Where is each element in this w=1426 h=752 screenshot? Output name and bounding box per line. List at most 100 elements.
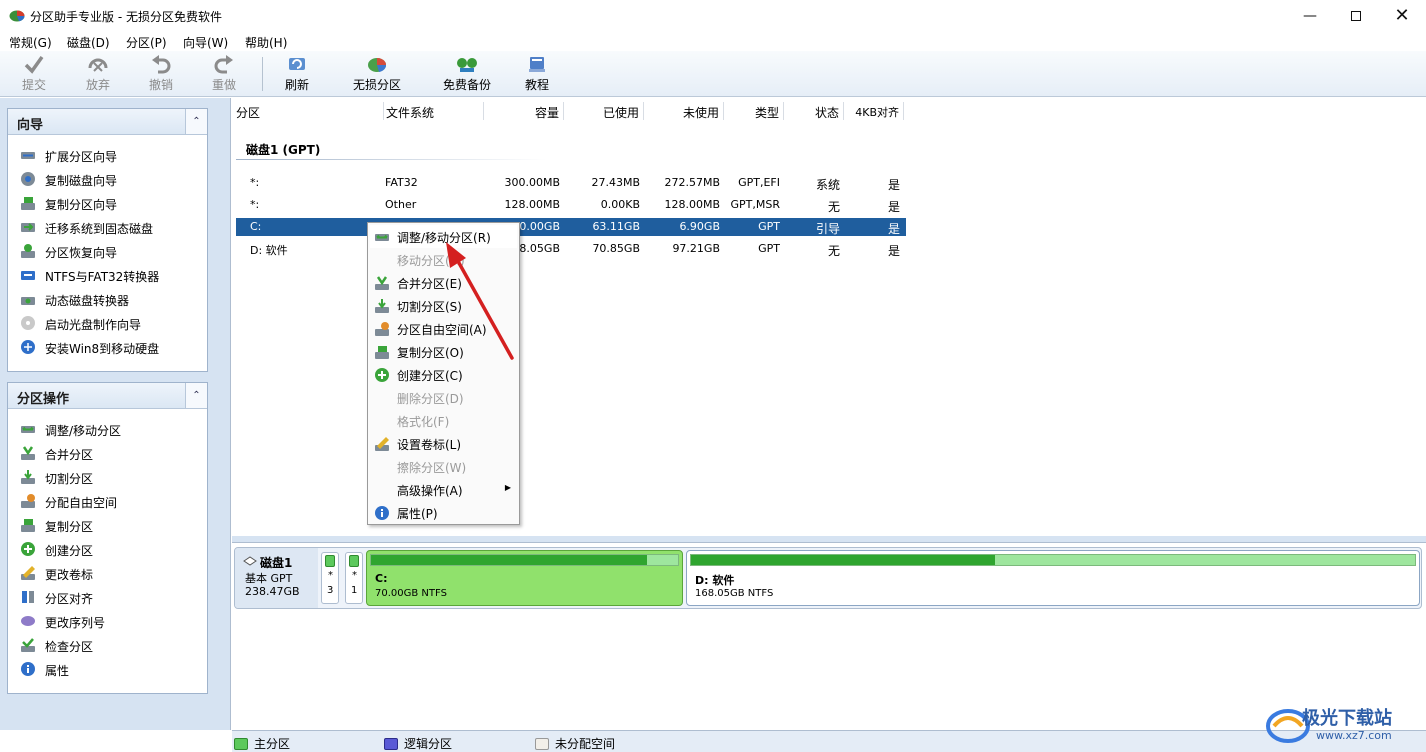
app-logo-icon bbox=[9, 10, 25, 22]
col-header-partition[interactable]: 分区 bbox=[236, 102, 384, 120]
menu-general[interactable]: 常规(G) bbox=[9, 34, 52, 51]
menu-wizard[interactable]: 向导(W) bbox=[183, 34, 228, 51]
col-header-status[interactable]: 状态 bbox=[784, 102, 844, 120]
sidebar-item-install-win8-to-usb[interactable]: 安装Win8到移动硬盘 bbox=[8, 336, 207, 360]
context-menu-label: 格式化(F) bbox=[397, 415, 450, 429]
partition-recovery-wizard-icon bbox=[21, 244, 35, 258]
table-row[interactable]: *: FAT32 300.00MB 27.43MB 272.57MB GPT,EFI 系统 是 bbox=[236, 174, 906, 192]
sidebar-item-partition-align[interactable]: 分区对齐 bbox=[8, 586, 207, 610]
sidebar-item-label: 分区对齐 bbox=[45, 592, 94, 606]
c-partition-info: 70.00GB NTFS bbox=[375, 588, 447, 599]
sidebar-item-extend-partition-wizard[interactable]: 扩展分区向导 bbox=[8, 144, 207, 168]
context-menu-label: 分区自由空间(A) bbox=[397, 323, 487, 337]
sidebar-item-bootable-cd-wizard[interactable]: 启动光盘制作向导 bbox=[8, 312, 207, 336]
cell-filesystem: Other bbox=[385, 198, 417, 211]
check-partition-icon bbox=[21, 638, 35, 652]
minimize-button[interactable]: — bbox=[1287, 0, 1333, 31]
cell-status: 系统 bbox=[815, 178, 840, 192]
sidebar-item-merge-partition[interactable]: 合并分区 bbox=[8, 442, 207, 466]
split-partition-icon bbox=[21, 470, 35, 484]
partition-ops-collapse-button[interactable]: ⌃ bbox=[185, 383, 207, 408]
cell-4k-align: 是 bbox=[887, 244, 900, 258]
sidebar-item-change-label[interactable]: 更改卷标 bbox=[8, 562, 207, 586]
lossless-partition-icon bbox=[368, 58, 387, 72]
ctx-advanced[interactable]: 高级操作(A) ▶ bbox=[370, 478, 517, 501]
sidebar-item-copy-disk-wizard[interactable]: 复制磁盘向导 bbox=[8, 168, 207, 192]
sidebar-item-resize-move-partition[interactable]: 调整/移动分区 bbox=[8, 418, 207, 442]
watermark-url: www.xz7.com bbox=[1316, 729, 1392, 742]
sidebar-item-properties[interactable]: 属性 bbox=[8, 658, 207, 682]
partition-ops-list: 调整/移动分区合并分区切割分区 分配自由空间 复制分区创建分区更改卷标分区对齐更改序… bbox=[8, 409, 207, 682]
col-header-4k-align[interactable]: 4KB对齐 bbox=[844, 102, 904, 120]
sidebar-item-migrate-os-to-ssd[interactable]: 迁移系统到固态磁盘 bbox=[8, 216, 207, 240]
backup-icon bbox=[457, 58, 477, 72]
menu-help[interactable]: 帮助(H) bbox=[245, 34, 287, 51]
ctx-split[interactable]: 切割分区(S) bbox=[370, 294, 517, 317]
close-button[interactable]: ✕ bbox=[1379, 0, 1425, 31]
context-menu-label: 创建分区(C) bbox=[397, 369, 463, 383]
table-row[interactable]: C: 70.00GB 63.11GB 6.90GB GPT 引导是 bbox=[236, 218, 906, 236]
ctx-delete: 删除分区(D) bbox=[370, 386, 517, 409]
table-row[interactable]: *: Other 128.00MB 0.00KB 128.00MB GPT,MSR 无 是 bbox=[236, 196, 906, 214]
ctx-copy[interactable]: 复制分区(O) bbox=[370, 340, 517, 363]
ctx-create[interactable]: 创建分区(C) bbox=[370, 363, 517, 386]
discard-button[interactable]: 放弃 bbox=[78, 54, 118, 94]
undo-button[interactable]: 撤销 bbox=[141, 54, 181, 94]
cell-type: GPT bbox=[758, 220, 780, 233]
wizard-list: 扩展分区向导 复制磁盘向导 复制分区向导迁移系统到固态磁盘分区恢复向导 NTFS与FA… bbox=[8, 135, 207, 360]
checkmark-icon bbox=[24, 55, 44, 74]
col-header-type[interactable]: 类型 bbox=[724, 102, 784, 120]
partition-ops-title: 分区操作 bbox=[17, 392, 70, 407]
sidebar-item-check-partition[interactable]: 检查分区 bbox=[8, 634, 207, 658]
wizard-collapse-button[interactable]: ⌃ bbox=[185, 109, 207, 134]
d-usage-track bbox=[690, 554, 1416, 566]
c-usage-track bbox=[370, 554, 679, 566]
tutorial-button[interactable]: 教程 bbox=[520, 54, 554, 94]
ctx-resize-move[interactable]: 调整/移动分区(R) bbox=[370, 225, 517, 248]
sidebar-item-allocate-free-space[interactable]: 分配自由空间 bbox=[8, 490, 207, 514]
submit-button[interactable]: 提交 bbox=[14, 54, 54, 94]
properties-icon bbox=[21, 662, 35, 676]
sidebar-item-copy-partition[interactable]: 复制分区 bbox=[8, 514, 207, 538]
legend-logical: 逻辑分区 bbox=[384, 735, 452, 752]
sidebar-item-label: 合并分区 bbox=[45, 448, 94, 462]
sidebar-item-label: 创建分区 bbox=[45, 544, 94, 558]
disk-info[interactable]: 磁盘1 基本 GPT 238.47GB bbox=[235, 548, 318, 608]
table-row[interactable]: D: 软件 168.05GB 70.85GB 97.21GB GPT 无是 bbox=[236, 240, 906, 258]
sidebar-item-copy-partition-wizard[interactable]: 复制分区向导 bbox=[8, 192, 207, 216]
undo-icon bbox=[152, 55, 171, 74]
cell-partition: D: 软件 bbox=[250, 244, 288, 257]
sidebar-item-partition-recovery-wizard[interactable]: 分区恢复向导 bbox=[8, 240, 207, 264]
maximize-button[interactable] bbox=[1333, 0, 1379, 31]
redo-button[interactable]: 重做 bbox=[204, 54, 244, 94]
ctx-properties[interactable]: 属性(P) bbox=[370, 501, 517, 524]
col-header-filesystem[interactable]: 文件系统 bbox=[384, 102, 484, 120]
ctx-allocate-space[interactable]: 分区自由空间(A) bbox=[370, 317, 517, 340]
extend-partition-wizard-icon bbox=[21, 152, 35, 159]
bootable-cd-wizard-icon bbox=[21, 316, 35, 330]
sidebar-item-dynamic-disk-converter[interactable]: 动态磁盘转换器 bbox=[8, 288, 207, 312]
col-header-used[interactable]: 已使用 bbox=[564, 102, 644, 120]
d-partition-block[interactable]: D: 软件 168.05GB NTFS bbox=[686, 550, 1420, 606]
sidebar-item-ntfs-fat32-converter[interactable]: NTFS与FAT32转换器 bbox=[8, 264, 207, 288]
sidebar-item-create-partition[interactable]: 创建分区 bbox=[8, 538, 207, 562]
refresh-button[interactable]: 刷新 bbox=[277, 54, 317, 94]
lossless-partition-button[interactable]: 无损分区 bbox=[349, 54, 405, 94]
cell-status: 无 bbox=[827, 244, 840, 258]
c-partition-block[interactable]: C: 70.00GB NTFS bbox=[366, 550, 683, 606]
menu-disk[interactable]: 磁盘(D) bbox=[67, 34, 110, 51]
ctx-merge[interactable]: 合并分区(E) bbox=[370, 271, 517, 294]
efi-partition-block[interactable]: * 3 bbox=[321, 552, 339, 604]
sidebar-item-label: 迁移系统到固态磁盘 bbox=[45, 222, 154, 236]
cell-4k-align: 是 bbox=[887, 222, 900, 236]
sidebar-item-change-serial-number[interactable]: 更改序列号 bbox=[8, 610, 207, 634]
disk-type: 基本 GPT bbox=[245, 572, 293, 585]
ctx-set-label[interactable]: 设置卷标(L) bbox=[370, 432, 517, 455]
col-header-free[interactable]: 未使用 bbox=[644, 102, 724, 120]
menu-partition[interactable]: 分区(P) bbox=[126, 34, 167, 51]
sidebar-item-split-partition[interactable]: 切割分区 bbox=[8, 466, 207, 490]
msr-partition-block[interactable]: * 1 bbox=[345, 552, 363, 604]
free-backup-button[interactable]: 免费备份 bbox=[439, 54, 495, 94]
cell-type: GPT,MSR bbox=[730, 198, 781, 211]
col-header-capacity[interactable]: 容量 bbox=[484, 102, 564, 120]
